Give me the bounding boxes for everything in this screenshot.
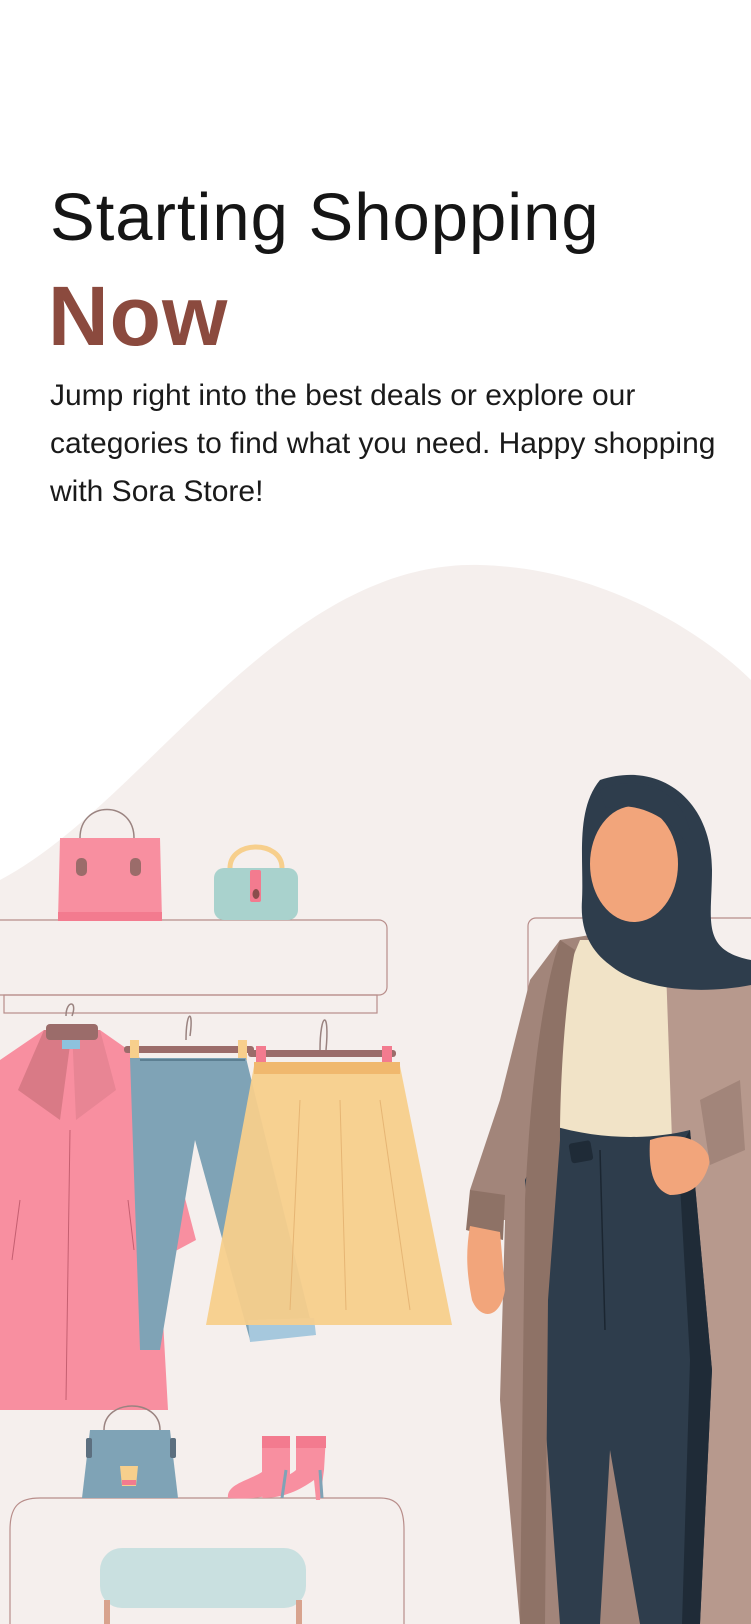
description: Jump right into the best deals or explor… bbox=[50, 379, 716, 508]
headline: Starting Shopping bbox=[50, 180, 600, 255]
headline-accent: Now bbox=[48, 269, 229, 363]
onboarding-screen: Starting Shopping Now Jump right into th… bbox=[0, 0, 751, 1624]
bottom-shelf bbox=[9, 1497, 405, 1624]
shopping-illustration bbox=[0, 564, 751, 1624]
